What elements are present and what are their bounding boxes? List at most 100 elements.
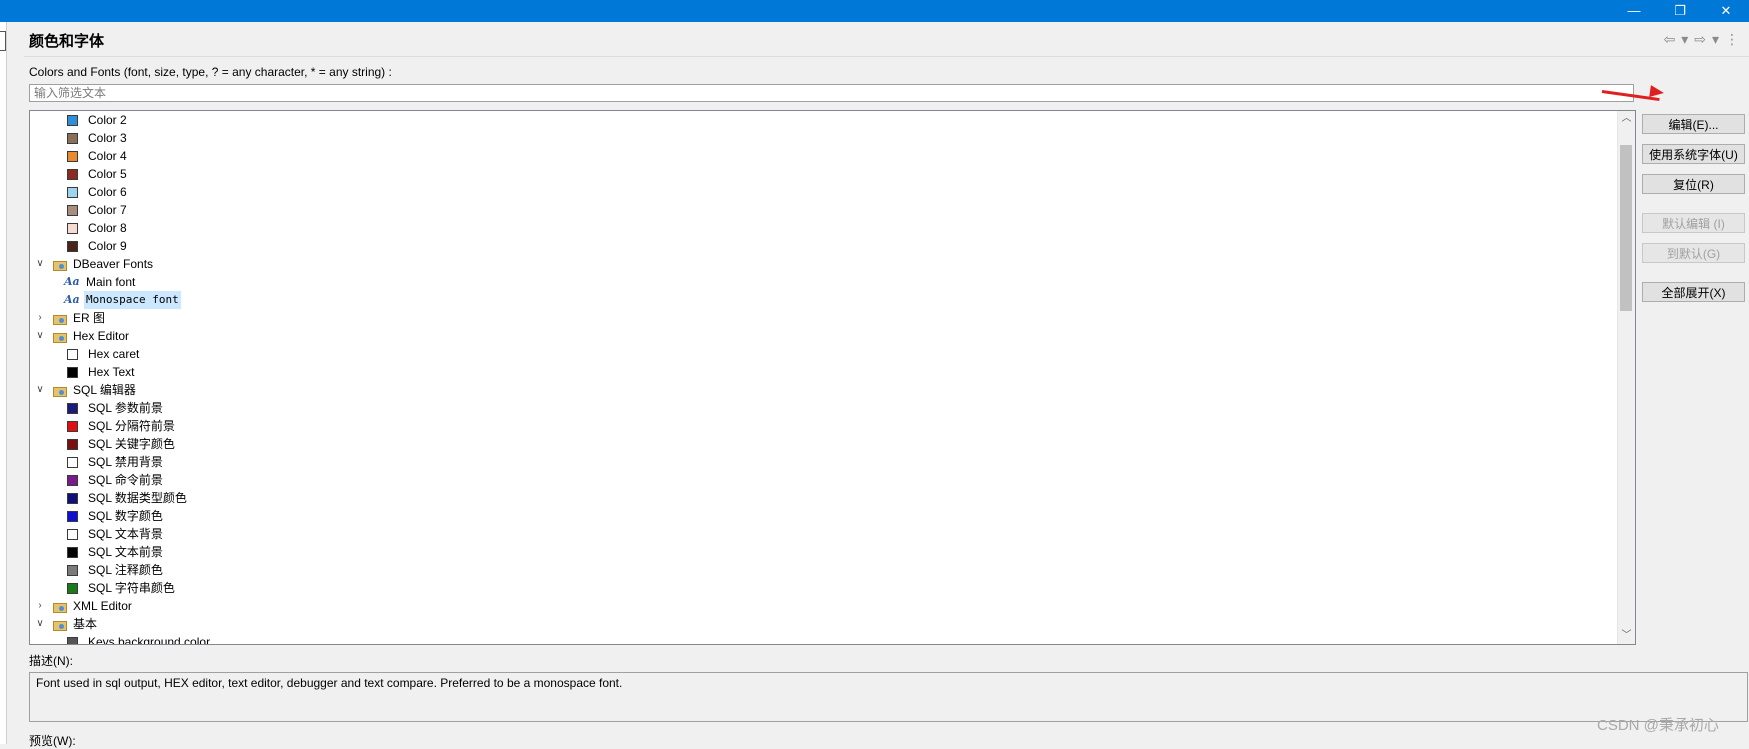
tree-color-item[interactable]: SQL 字符串颜色 [67, 579, 177, 597]
tree-color-item[interactable]: SQL 文本前景 [67, 543, 165, 561]
tree-color-item[interactable]: Color 8 [67, 219, 129, 237]
color-swatch-icon [67, 186, 78, 198]
color-swatch-icon [67, 204, 78, 216]
color-swatch-icon [67, 366, 78, 378]
use-system-font-button[interactable]: 使用系统字体(U) [1642, 144, 1745, 164]
scrollbar-thumb[interactable] [1620, 145, 1632, 311]
tree-color-item[interactable]: SQL 关键字颜色 [67, 435, 177, 453]
reset-button[interactable]: 复位(R) [1642, 174, 1745, 194]
tree-item-label: SQL 字符串颜色 [88, 581, 175, 595]
forward-arrow-icon[interactable]: ⇨ [1694, 31, 1706, 48]
tree-color-item[interactable]: Color 9 [67, 237, 129, 255]
tree-item-label: ER 图 [73, 311, 106, 325]
color-swatch-icon [67, 348, 78, 360]
tree-item-label: Color 5 [88, 167, 127, 181]
tree-color-item[interactable]: SQL 命令前景 [67, 471, 165, 489]
chevron-down-icon[interactable]: ∨ [34, 255, 46, 273]
color-swatch-icon [67, 456, 78, 468]
window-titlebar: — ❐ ✕ [0, 0, 1749, 22]
tree-item-label: Color 3 [88, 131, 127, 145]
tree-item-label: SQL 关键字颜色 [88, 437, 175, 451]
restore-button[interactable]: ❐ [1657, 0, 1703, 22]
tree-category[interactable]: ∨ Hex Editor [34, 327, 131, 345]
tree-color-item[interactable]: SQL 注释颜色 [67, 561, 165, 579]
tree-item-label: SQL 数字颜色 [88, 509, 163, 523]
left-panel-filter-input[interactable] [0, 31, 6, 51]
color-swatch-icon [67, 474, 78, 486]
tree-color-item[interactable]: SQL 数字颜色 [67, 507, 165, 525]
tree-category[interactable]: › ER 图 [34, 309, 107, 327]
color-swatch-icon [67, 528, 78, 540]
tree-item-label: Color 2 [88, 113, 127, 127]
tree-color-item[interactable]: SQL 数据类型颜色 [67, 489, 189, 507]
tree-color-item[interactable]: Color 5 [67, 165, 129, 183]
tree-item-label: Main font [86, 275, 136, 289]
tree-color-item[interactable]: Keys background color [67, 633, 212, 644]
tree-item-label: Color 7 [88, 203, 127, 217]
color-swatch-icon [67, 132, 78, 144]
tree-category[interactable]: ∨ SQL 编辑器 [34, 381, 138, 399]
tree-color-item[interactable]: Color 6 [67, 183, 129, 201]
tree-item-label: XML Editor [73, 599, 132, 613]
color-swatch-icon [67, 114, 78, 126]
color-swatch-icon [67, 492, 78, 504]
view-menu-icon[interactable]: ⋮ [1725, 31, 1739, 48]
title-separator [24, 56, 1749, 57]
tree-item-label: Color 4 [88, 149, 127, 163]
tree-category[interactable]: ∨ DBeaver Fonts [34, 255, 155, 273]
tree-font-item[interactable]: Aa Monospace font [64, 291, 181, 309]
tree-font-item[interactable]: Aa Main font [64, 273, 137, 291]
tree-color-item[interactable]: SQL 分隔符前景 [67, 417, 177, 435]
tree-color-item[interactable]: Color 3 [67, 129, 129, 147]
tree-vertical-scrollbar[interactable]: ︿ ﹀ [1617, 111, 1635, 644]
goto-default-button[interactable]: 到默认(G) [1642, 243, 1745, 263]
chevron-down-icon[interactable]: ∨ [34, 615, 46, 633]
chevron-right-icon[interactable]: › [34, 309, 46, 327]
scroll-up-icon[interactable]: ︿ [1618, 111, 1635, 127]
back-dropdown-icon[interactable]: ▾ [1681, 31, 1688, 48]
color-swatch-icon [67, 510, 78, 522]
tree-color-item[interactable]: Color 2 [67, 111, 129, 129]
filter-input[interactable]: 输入筛选文本 [29, 84, 1634, 102]
chevron-right-icon[interactable]: › [34, 597, 46, 615]
description-text: Font used in sql output, HEX editor, tex… [29, 672, 1748, 722]
minimize-button[interactable]: — [1611, 0, 1657, 22]
description-label: 描述(N): [29, 654, 73, 668]
page-title: 颜色和字体 [29, 33, 105, 50]
tree-category[interactable]: › XML Editor [34, 597, 134, 615]
close-button[interactable]: ✕ [1703, 0, 1749, 22]
tree-color-item[interactable]: Color 7 [67, 201, 129, 219]
back-arrow-icon[interactable]: ⇦ [1663, 31, 1675, 48]
scroll-down-icon[interactable]: ﹀ [1618, 628, 1635, 644]
font-icon: Aa [64, 275, 80, 288]
tree-color-item[interactable]: SQL 禁用背景 [67, 453, 165, 471]
edit-button[interactable]: 编辑(E)... [1642, 114, 1745, 134]
tree-item-label: SQL 参数前景 [88, 401, 163, 415]
tree-color-item[interactable]: Hex Text [67, 363, 136, 381]
color-swatch-icon [67, 564, 78, 576]
category-folder-icon [52, 384, 67, 397]
filter-prompt-label: Colors and Fonts (font, size, type, ? = … [29, 65, 392, 79]
tree-rows-container: Color 2 Color 3 Color 4 Color 5 Color 6 Color… [30, 111, 1618, 644]
tree-color-item[interactable]: Hex caret [67, 345, 141, 363]
tree-item-label: SQL 数据类型颜色 [88, 491, 187, 505]
preview-label: 预览(W): [29, 734, 76, 748]
chevron-down-icon[interactable]: ∨ [34, 327, 46, 345]
tree-color-item[interactable]: SQL 参数前景 [67, 399, 165, 417]
tree-item-label: DBeaver Fonts [73, 257, 154, 271]
tree-category[interactable]: ∨ 基本 [34, 615, 99, 633]
forward-dropdown-icon[interactable]: ▾ [1712, 31, 1719, 48]
chevron-down-icon[interactable]: ∨ [34, 381, 46, 399]
expand-all-button[interactable]: 全部展开(X) [1642, 282, 1745, 302]
tree-color-item[interactable]: SQL 文本背景 [67, 525, 165, 543]
font-icon: Aa [64, 293, 80, 306]
category-folder-icon [52, 258, 67, 271]
colors-fonts-tree[interactable]: Color 2 Color 3 Color 4 Color 5 Color 6 Color… [29, 110, 1636, 645]
category-folder-icon [52, 618, 67, 631]
tree-color-item[interactable]: Color 4 [67, 147, 129, 165]
tree-item-label: SQL 禁用背景 [88, 455, 163, 469]
tree-item-label: Monospace font [84, 291, 181, 309]
color-swatch-icon [67, 240, 78, 252]
tree-item-label: SQL 编辑器 [73, 383, 136, 397]
edit-default-button[interactable]: 默认编辑 (I) [1642, 213, 1745, 233]
